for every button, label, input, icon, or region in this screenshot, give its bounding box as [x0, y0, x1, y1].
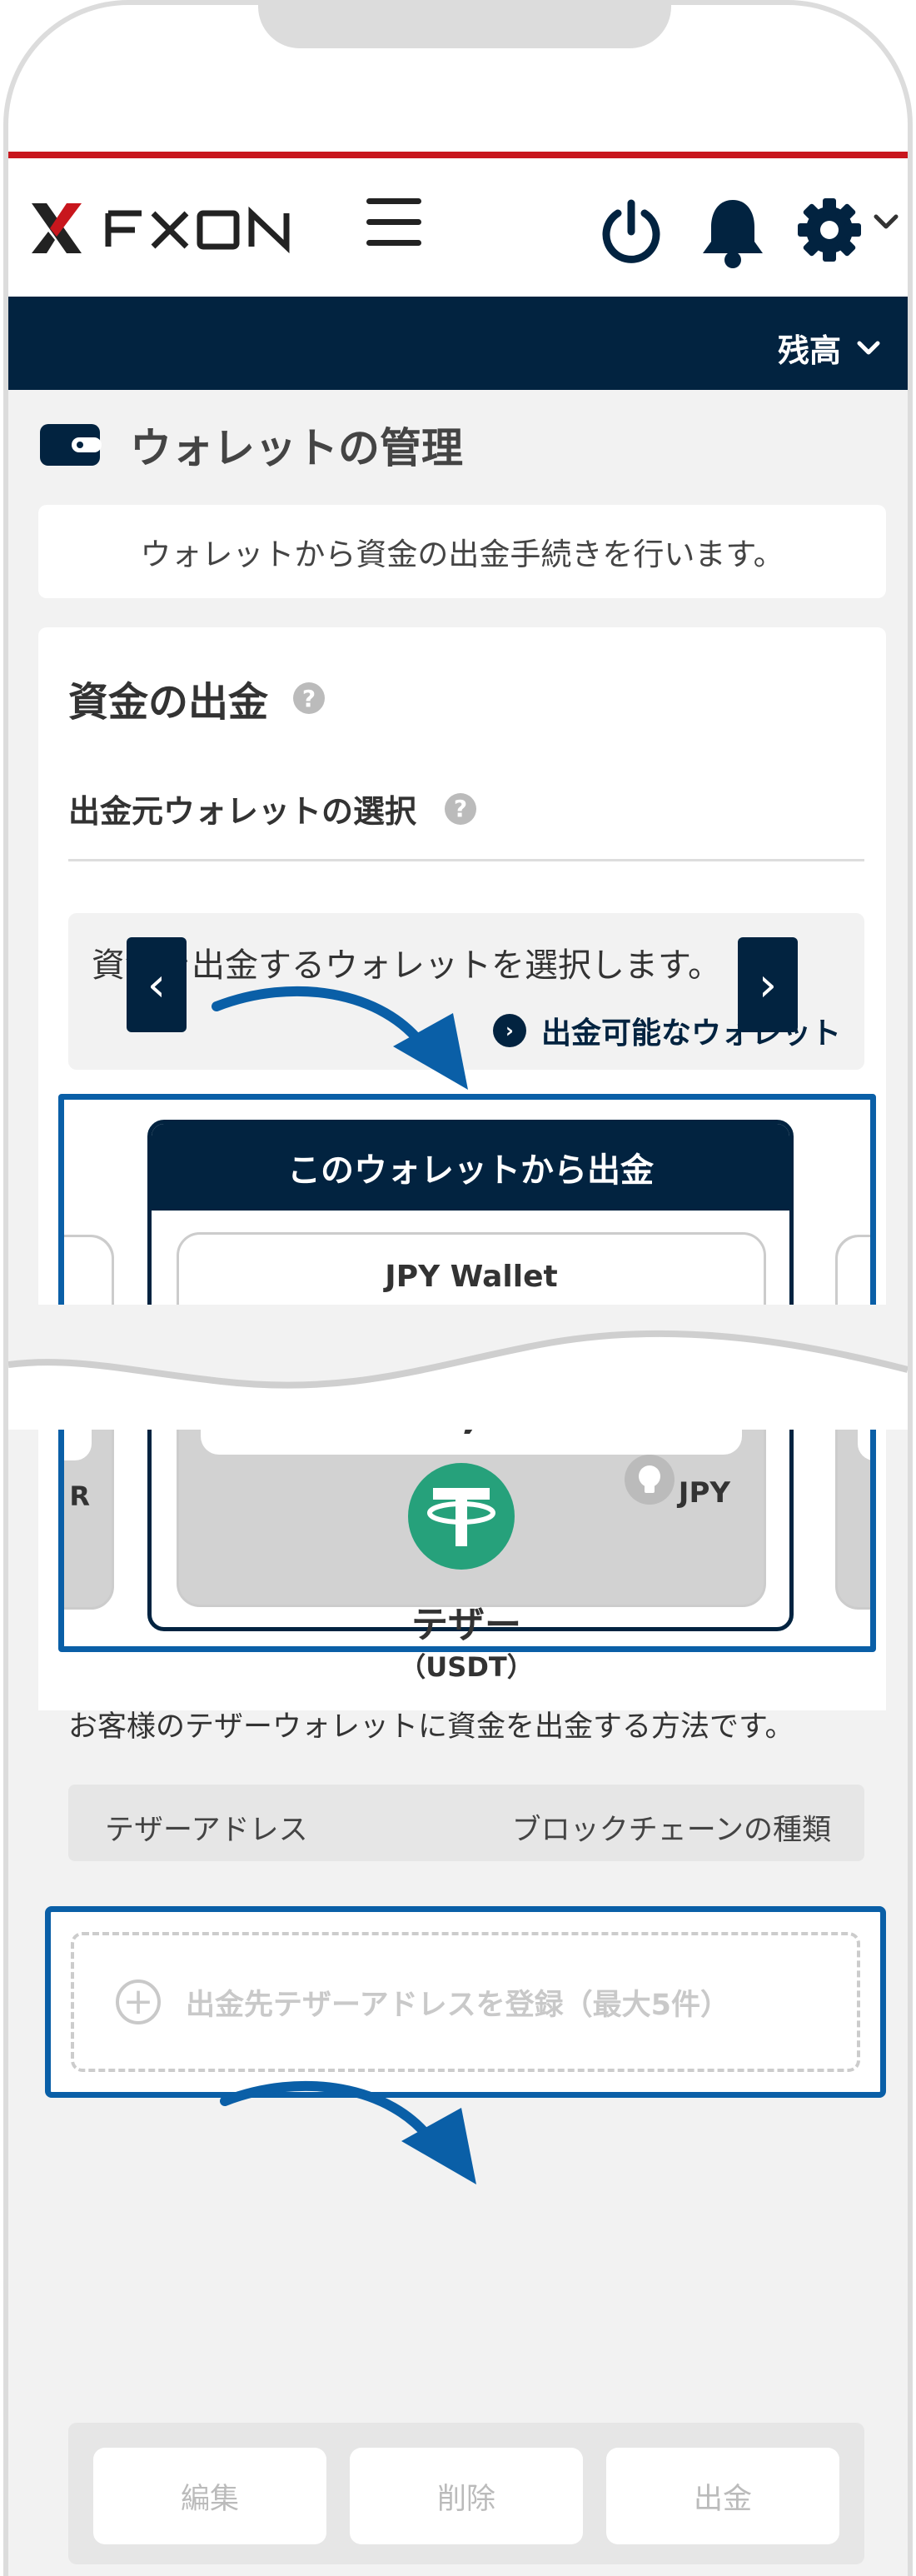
edit-label: 編集	[180, 2482, 239, 2516]
menu-icon[interactable]	[366, 198, 421, 252]
tether-name: テザー	[411, 1604, 521, 1646]
logo-wordmark	[105, 206, 290, 254]
help-icon[interactable]: ?	[293, 682, 326, 714]
withdraw-button[interactable]: 出金	[606, 2448, 839, 2544]
bell-icon[interactable]	[698, 195, 768, 270]
carousel-next-button[interactable]: ›	[738, 937, 798, 1032]
hint-arrow-icon	[212, 986, 468, 1090]
delete-button[interactable]: 削除	[350, 2448, 583, 2544]
register-address-button[interactable]: + 出金先テザーアドレスを登録（最大5件）	[71, 1932, 860, 2072]
withdraw-heading: 資金の出金	[68, 679, 269, 726]
page-title: ウォレットの管理	[130, 424, 463, 472]
gear-icon[interactable]	[794, 195, 864, 265]
divider	[68, 859, 864, 861]
balance-bar: 残高	[8, 297, 908, 390]
intro-text: ウォレットから資金の出金手続きを行います。	[140, 537, 784, 572]
tether-desc: お客様のテザーウォレットに資金を出金する方法です。	[68, 1710, 794, 1744]
chevron-down-icon[interactable]	[873, 212, 899, 232]
chevron-down-icon	[857, 341, 880, 354]
col-chain: ブロックチェーンの種類	[511, 1814, 831, 1847]
wallet-name: JPY Wallet	[385, 1260, 558, 1294]
balance-toggle[interactable]: 残高	[778, 325, 881, 371]
chevron-right-icon: ›	[758, 957, 778, 1012]
app-header	[8, 158, 908, 297]
delete-label: 削除	[436, 2482, 495, 2516]
source-heading: 出金元ウォレットの選択	[68, 793, 417, 830]
wallet-card-header: このウォレットから出金	[152, 1124, 789, 1211]
withdraw-label: 出金	[693, 2482, 752, 2516]
address-table-header: テザーアドレス ブロックチェーンの種類	[68, 1785, 864, 1861]
tether-code: （USDT）	[399, 1651, 534, 1683]
source-heading-row: 出金元ウォレットの選択 ?	[68, 786, 477, 831]
help-icon[interactable]: ?	[445, 792, 477, 825]
wallet-icon	[40, 424, 102, 466]
chevron-left-icon: ‹	[147, 957, 167, 1012]
lightbulb-icon[interactable]	[625, 1455, 675, 1505]
power-icon[interactable]	[596, 195, 666, 265]
phone-notch	[258, 5, 671, 48]
tether-section: テザー （USDT） お客様のテザーウォレットに資金を出金する方法です。 テザー…	[8, 1371, 908, 2196]
register-address-highlight: + 出金先テザーアドレスを登録（最大5件）	[45, 1906, 886, 2098]
chevron-right-circle-icon: ›	[492, 1014, 526, 1047]
register-address-label: 出金先テザーアドレスを登録（最大5件）	[186, 1988, 729, 2022]
brand-red-line	[8, 152, 908, 158]
action-bar: 編集 削除 出金	[68, 2423, 864, 2564]
logo-x-mark	[32, 203, 82, 253]
fxon-logo[interactable]	[27, 195, 326, 262]
carousel-prev-button[interactable]: ‹	[127, 937, 187, 1032]
wallet-card-header-text: このウォレットから出金	[287, 1151, 654, 1190]
edit-button[interactable]: 編集	[93, 2448, 326, 2544]
col-address: テザーアドレス	[105, 1814, 308, 1847]
withdraw-heading-row: 資金の出金 ?	[68, 669, 326, 727]
page-title-row: ウォレットの管理	[38, 415, 463, 475]
plus-circle-icon: +	[116, 1979, 161, 2024]
hint-arrow-icon	[220, 2080, 476, 2184]
tether-logo-icon	[408, 1463, 515, 1570]
phone-frame: 残高 ウォレットの管理 ウォレットから資金の出金手続きを行います。 資金の出金 …	[3, 0, 913, 2576]
intro-card: ウォレットから資金の出金手続きを行います。	[38, 505, 886, 598]
balance-label: 残高	[777, 332, 841, 369]
